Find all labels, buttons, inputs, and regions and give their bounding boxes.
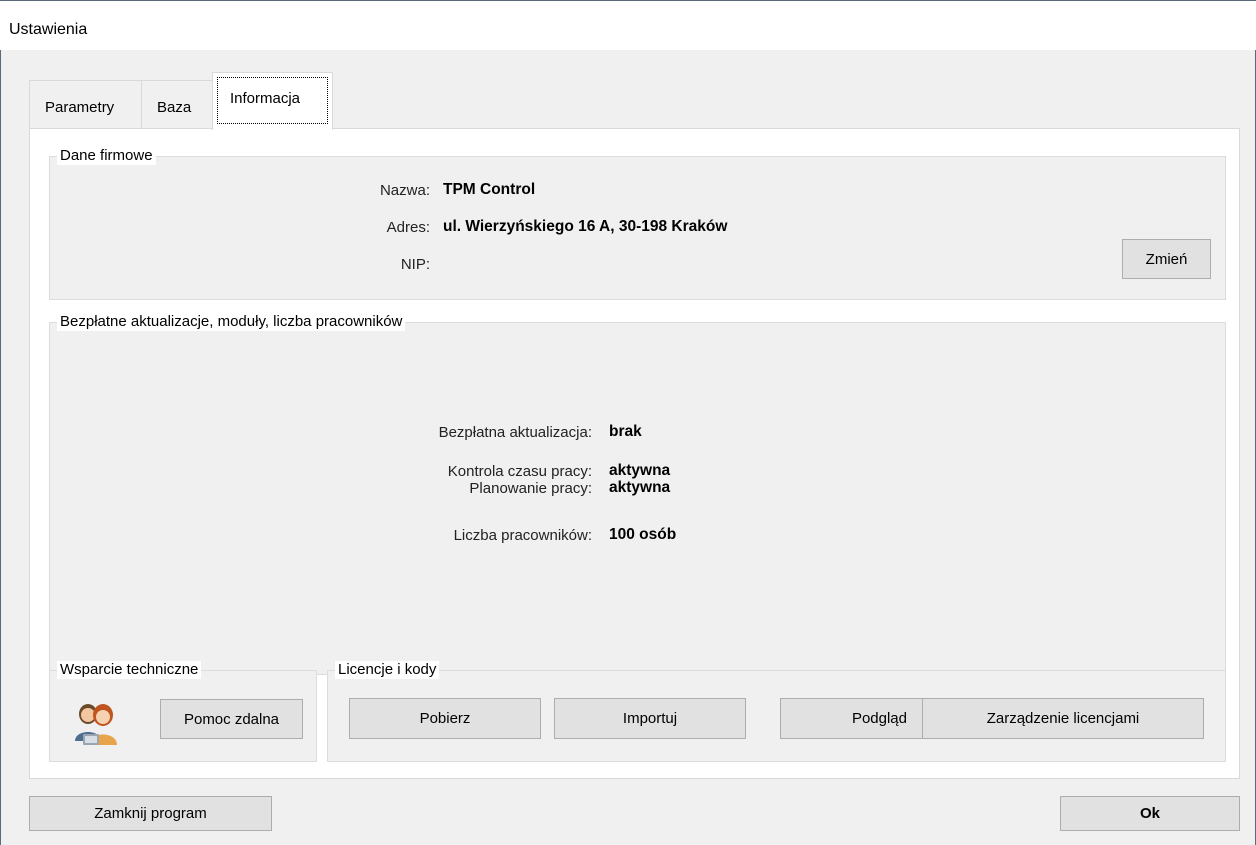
company-address-label: Adres: (386, 219, 430, 236)
time-control-label: Kontrola czasu pracy: (447, 463, 592, 480)
tab-label: Baza (157, 99, 192, 116)
company-address-value: ul. Wierzyńskiego 16 A, 30-198 Kraków (443, 218, 728, 235)
close-program-button[interactable]: Zamknij program (29, 796, 272, 831)
title-bar[interactable]: Ustawienia (0, 0, 1256, 50)
tab-parametry[interactable]: Parametry (29, 80, 142, 128)
tab-label: Parametry (45, 99, 115, 116)
company-name-label: Nazwa: (379, 182, 430, 199)
window-border-left (0, 0, 1, 845)
company-nip-label: NIP: (400, 256, 430, 273)
free-update-value: brak (609, 423, 642, 440)
group-legend: Bezpłatne aktualizacje, moduły, liczba p… (57, 313, 406, 331)
free-update-label: Bezpłatna aktualizacja: (438, 424, 592, 441)
employees-label: Liczba pracowników: (453, 527, 592, 544)
manage-licenses-button[interactable]: Zarządzenie licencjami (922, 698, 1204, 739)
group-technical-support: Wsparcie techniczne Pomoc zdalna (49, 661, 317, 762)
remote-help-button[interactable]: Pomoc zdalna (160, 699, 303, 739)
planning-label: Planowanie pracy: (469, 480, 592, 497)
download-button[interactable]: Pobierz (349, 698, 541, 739)
time-control-value: aktywna (609, 462, 671, 479)
group-legend: Wsparcie techniczne (57, 661, 202, 679)
employees-value: 100 osób (609, 526, 677, 543)
tab-informacja[interactable]: Informacja (212, 72, 333, 130)
group-licenses: Licencje i kody Pobierz Importuj Podgląd… (327, 661, 1226, 762)
tab-panel-informacja: Dane firmowe Nazwa: TPM Control Adres: u… (29, 128, 1240, 779)
window-title: Ustawienia (9, 21, 88, 38)
group-company-data: Dane firmowe Nazwa: TPM Control Adres: u… (49, 147, 1226, 300)
group-legend: Licencje i kody (335, 661, 440, 679)
change-company-button[interactable]: Zmień (1122, 239, 1211, 279)
group-license-info: Bezpłatne aktualizacje, moduły, liczba p… (49, 313, 1226, 675)
tab-baza[interactable]: Baza (141, 80, 213, 128)
preview-button[interactable]: Podgląd (780, 698, 924, 739)
planning-value: aktywna (609, 479, 671, 496)
tab-label: Informacja (230, 90, 301, 107)
ok-button[interactable]: Ok (1060, 796, 1240, 831)
group-legend: Dane firmowe (57, 147, 156, 165)
company-name-value: TPM Control (443, 181, 536, 198)
support-people-icon (75, 704, 117, 745)
import-button[interactable]: Importuj (554, 698, 746, 739)
